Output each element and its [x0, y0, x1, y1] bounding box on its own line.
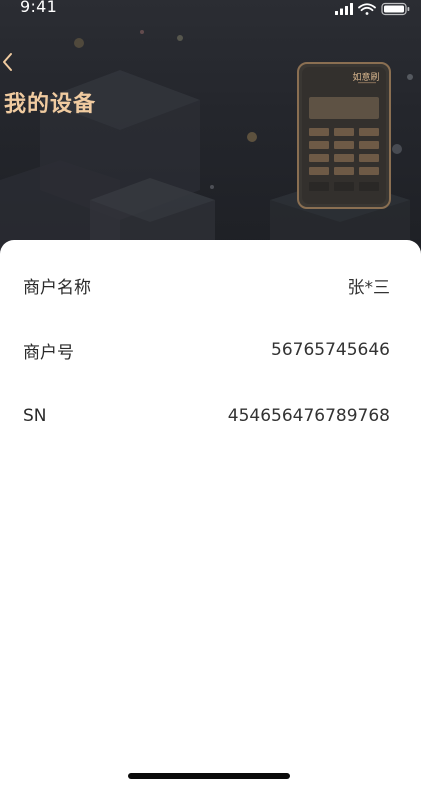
header-banner: 9:41 我的设备 如意刷	[0, 0, 421, 256]
chevron-left-icon	[3, 53, 12, 71]
signal-icon	[335, 3, 353, 15]
serial-number-value: 454656476789768	[227, 406, 390, 426]
wifi-icon	[358, 3, 376, 15]
device-info-card	[0, 240, 421, 798]
device-brand-text: 如意刷	[352, 71, 379, 83]
back-button[interactable]	[0, 50, 20, 74]
serial-number-label: SN	[23, 406, 47, 426]
status-time: 9:41	[20, 0, 58, 16]
home-indicator	[128, 773, 290, 779]
merchant-id-value: 56765745646	[271, 340, 390, 360]
merchant-id-row: 商户号 56765745646	[23, 335, 390, 365]
battery-icon	[381, 2, 410, 16]
merchant-name-row: 商户名称 张*三	[23, 270, 390, 300]
merchant-id-label: 商户号	[23, 342, 74, 363]
status-icons	[335, 2, 410, 16]
merchant-name-value: 张*三	[347, 277, 391, 298]
merchant-name-label: 商户名称	[23, 277, 91, 298]
page-title: 我的设备	[4, 92, 97, 117]
status-bar: 9:41	[0, 0, 421, 20]
pos-terminal-illustration: 如意刷	[297, 62, 391, 209]
serial-number-row: SN 454656476789768	[23, 401, 390, 431]
